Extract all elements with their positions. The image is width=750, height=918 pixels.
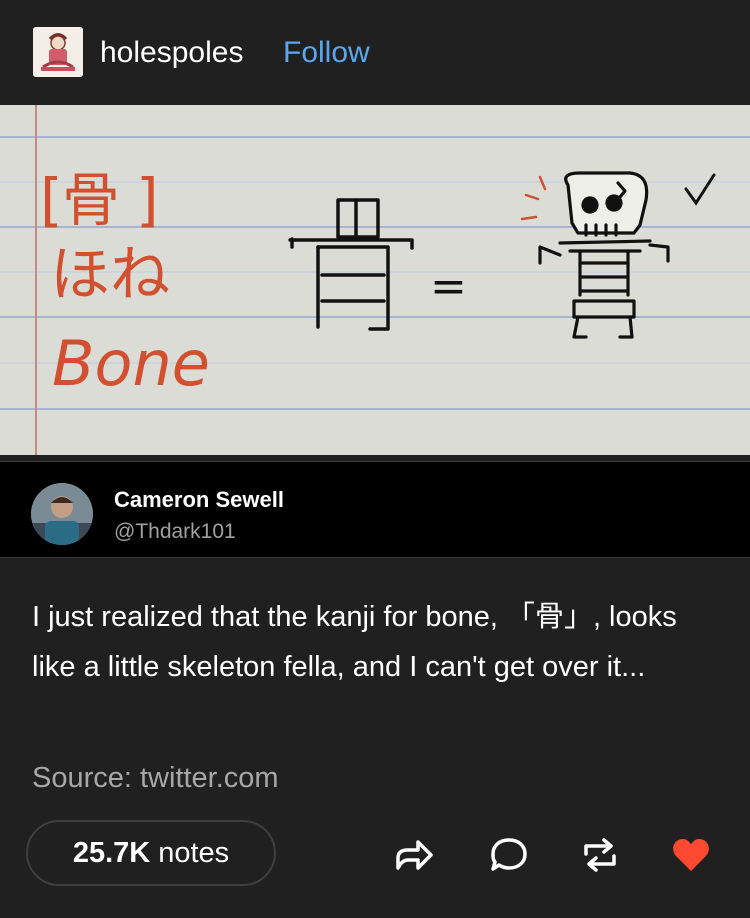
bracket-close: ] xyxy=(136,166,159,234)
share-icon[interactable] xyxy=(394,836,434,874)
blog-name[interactable]: holespoles xyxy=(100,36,243,70)
notes-button[interactable]: 25.7K notes xyxy=(26,820,276,886)
reblog-icon[interactable] xyxy=(580,836,620,874)
bracket-open: [ xyxy=(40,166,63,234)
notes-count: 25.7K xyxy=(72,836,151,869)
tweet-author-handle[interactable]: @Thdark101 xyxy=(114,520,236,544)
follow-button[interactable]: Follow xyxy=(283,36,370,70)
post-text: I just realized that the kanji for bone,… xyxy=(32,601,677,683)
hiragana-hone: ほね xyxy=(50,240,170,310)
like-heart-icon[interactable] xyxy=(671,836,711,874)
post-source-link[interactable]: Source: twitter.com xyxy=(32,762,279,795)
tweet-author-avatar[interactable] xyxy=(31,483,93,545)
notes-label: notes xyxy=(158,836,230,869)
post-image[interactable]: [ 骨 ] ほね Bone = xyxy=(0,105,750,455)
english-bone: Bone xyxy=(52,327,210,400)
blog-avatar[interactable] xyxy=(33,27,83,77)
reply-icon[interactable] xyxy=(489,836,529,874)
kanji-bone-small: 骨 xyxy=(62,166,120,234)
equals-sign: = xyxy=(430,261,467,312)
tweet-card[interactable]: Cameron Sewell @Thdark101 xyxy=(0,461,750,558)
tweet-author-name[interactable]: Cameron Sewell xyxy=(114,487,284,513)
post-header: holespoles Follow xyxy=(0,0,750,105)
